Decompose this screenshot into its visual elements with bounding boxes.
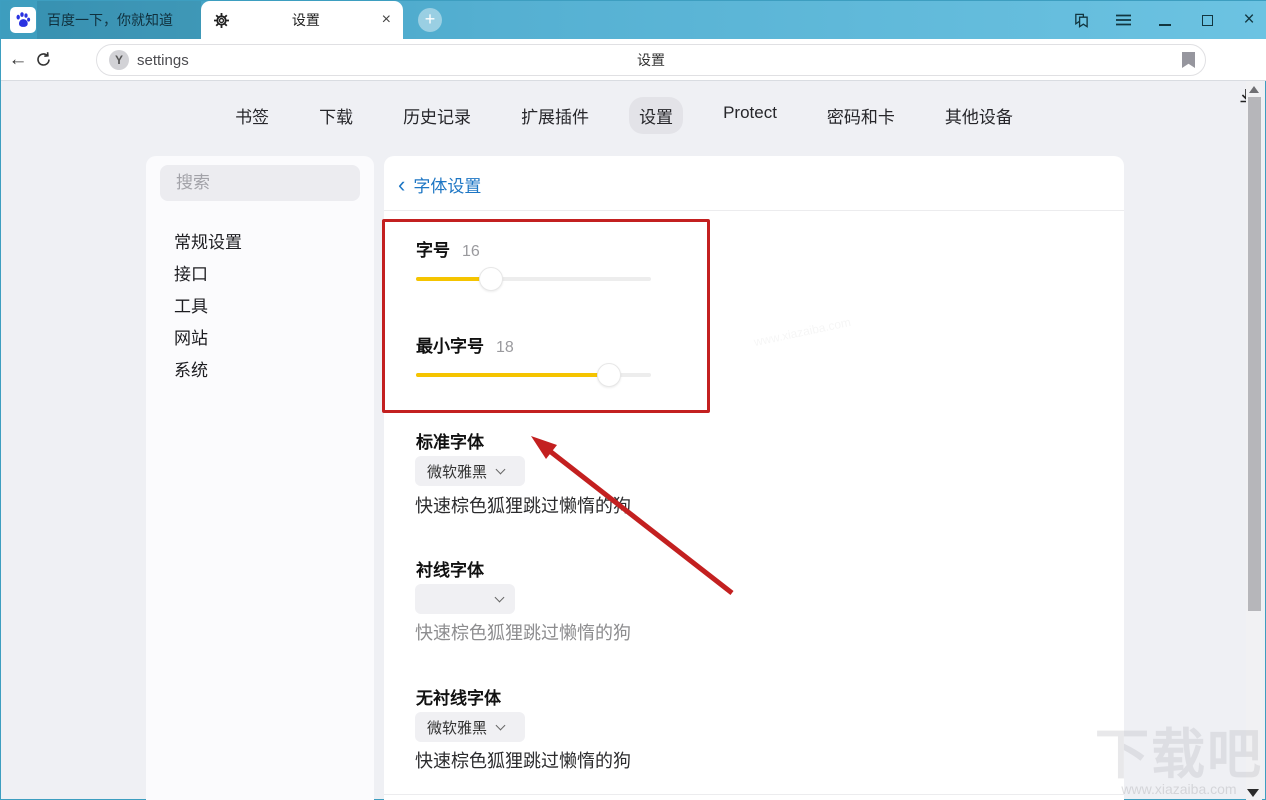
nav-other-devices[interactable]: 其他设备 <box>935 97 1023 134</box>
nav-passwords[interactable]: 密码和卡 <box>817 97 905 134</box>
sidebar-item-general[interactable]: 常规设置 <box>174 228 242 252</box>
serif-font-sample: 快速棕色狐狸跳过懒惰的狗 <box>415 619 631 645</box>
tab-baidu-label: 百度一下，你就知道 <box>47 10 173 30</box>
sans-font-select[interactable]: 微软雅黑 <box>415 712 525 742</box>
chevron-down-icon <box>496 464 506 474</box>
minimize-icon[interactable] <box>1157 12 1173 28</box>
tab-settings[interactable]: 设置 × <box>201 1 403 39</box>
font-settings-title: 字体设置 <box>413 172 481 197</box>
tab-bar: 百度一下，你就知道 设置 × + <box>1 1 1266 39</box>
annotation-red-box <box>382 219 710 413</box>
new-tab-button[interactable]: + <box>418 8 442 32</box>
site-favicon-y: Y <box>109 50 129 70</box>
scrollbar-thumb[interactable] <box>1248 97 1261 611</box>
panels-icon[interactable] <box>1073 12 1089 28</box>
bookmark-flag-icon[interactable] <box>1182 52 1195 68</box>
url-text: settings <box>137 52 189 69</box>
standard-font-select[interactable]: 微软雅黑 <box>415 456 525 486</box>
sans-font-sample: 快速棕色狐狸跳过懒惰的狗 <box>415 747 631 773</box>
serif-font-select[interactable] <box>415 584 515 614</box>
gear-icon <box>213 12 230 29</box>
standard-font-value: 微软雅黑 <box>427 461 487 482</box>
nav-protect[interactable]: Protect <box>713 97 787 134</box>
baidu-paw-icon <box>14 11 32 29</box>
address-bar[interactable]: Y settings 设置 <box>96 44 1206 76</box>
settings-nav: 书签 下载 历史记录 扩展插件 设置 Protect 密码和卡 其他设备 <box>1 97 1247 134</box>
back-icon[interactable]: ← <box>1 49 35 71</box>
chevron-down-icon <box>495 592 505 602</box>
sidebar-item-sites[interactable]: 网站 <box>174 324 208 348</box>
menu-icon[interactable] <box>1115 12 1131 28</box>
browser-logo-button[interactable] <box>10 7 36 33</box>
chevron-down-icon <box>496 720 506 730</box>
maximize-icon[interactable] <box>1199 12 1215 28</box>
tab-settings-label: 设置 <box>230 10 382 30</box>
address-toolbar: ← Y settings 设置 <box>1 39 1266 81</box>
nav-bookmarks[interactable]: 书签 <box>225 97 279 134</box>
watermark-text: 下载吧 <box>1095 729 1263 781</box>
sans-font-label: 无衬线字体 <box>416 684 501 709</box>
nav-extensions[interactable]: 扩展插件 <box>511 97 599 134</box>
page-title-centered: 设置 <box>97 50 1205 70</box>
header-divider <box>384 210 1124 211</box>
close-icon[interactable]: × <box>1241 12 1257 28</box>
standard-font-sample: 快速棕色狐狸跳过懒惰的狗 <box>415 492 631 518</box>
refresh-icon[interactable] <box>35 51 69 68</box>
serif-font-label: 衬线字体 <box>416 556 484 581</box>
tab-baidu[interactable]: 百度一下，你就知道 <box>37 1 201 39</box>
nav-history[interactable]: 历史记录 <box>393 97 481 134</box>
nav-downloads[interactable]: 下载 <box>309 97 363 134</box>
standard-font-label: 标准字体 <box>416 428 484 453</box>
sidebar-item-tools[interactable]: 工具 <box>174 292 208 316</box>
section-divider <box>384 794 1124 795</box>
tab-close-icon[interactable]: × <box>382 12 391 28</box>
back-to-settings-link[interactable]: ‹ 字体设置 <box>398 172 481 197</box>
nav-settings[interactable]: 设置 <box>629 97 683 134</box>
sidebar-item-interface[interactable]: 接口 <box>174 260 208 284</box>
chevron-left-icon: ‹ <box>398 176 405 193</box>
search-input[interactable] <box>160 165 360 201</box>
watermark: 下载吧 www.xiazaiba.com <box>1095 729 1263 797</box>
settings-sidebar: 常规设置 接口 工具 网站 系统 <box>146 156 374 800</box>
scroll-up-icon[interactable] <box>1249 86 1259 93</box>
sidebar-item-system[interactable]: 系统 <box>174 356 208 380</box>
sans-font-value: 微软雅黑 <box>427 717 487 738</box>
